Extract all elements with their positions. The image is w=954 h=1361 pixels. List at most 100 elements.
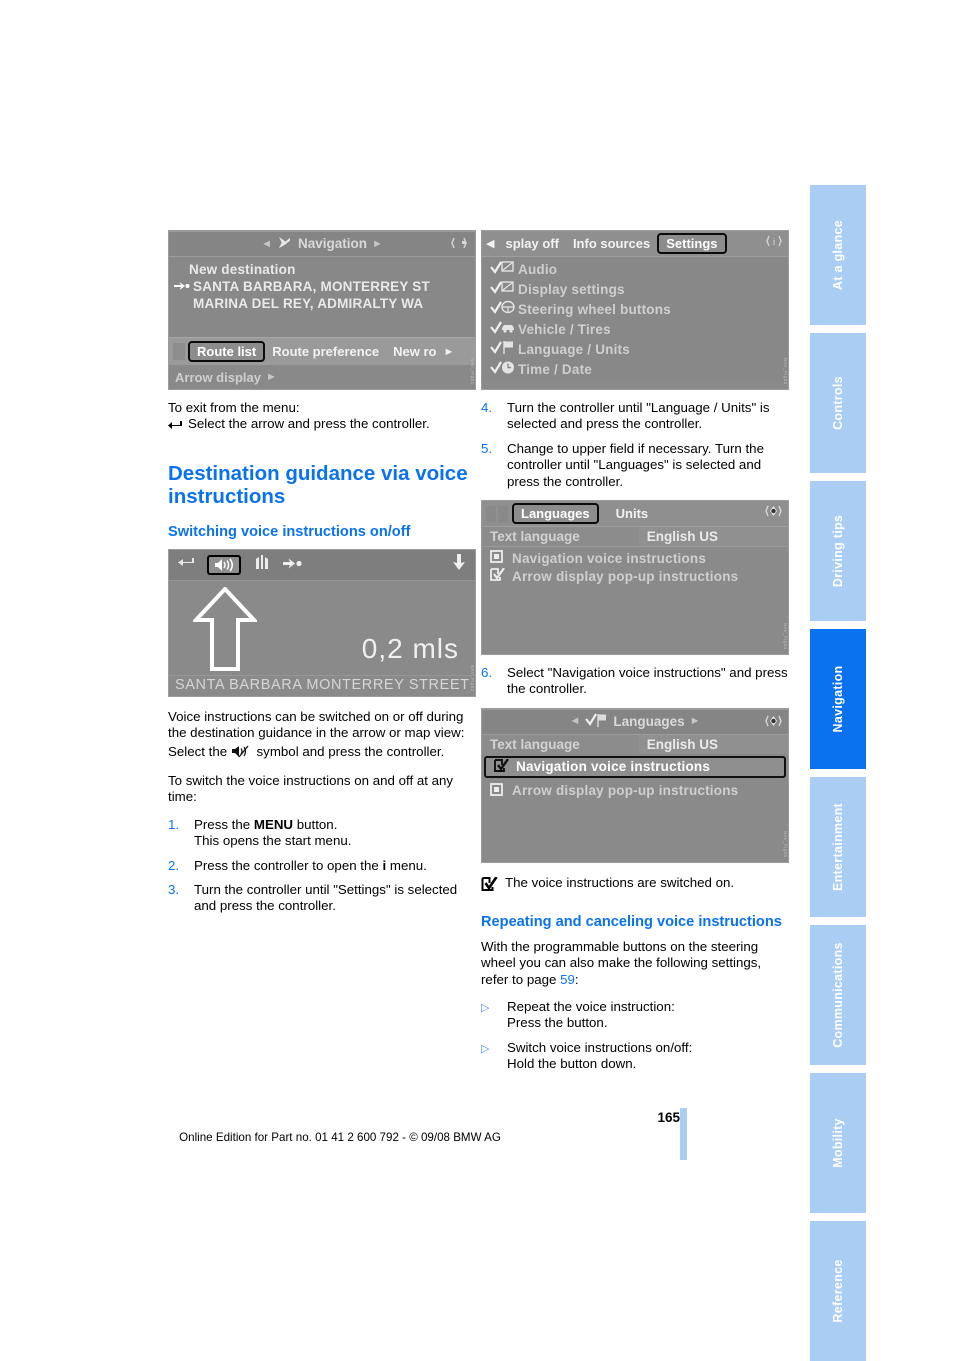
sidebar-tab-label: Entertainment xyxy=(831,803,845,891)
checkbox-unchecked-icon xyxy=(490,550,512,566)
chevron-right-icon: ► xyxy=(265,371,277,383)
destination-icon[interactable] xyxy=(283,556,303,574)
step-text: Change to upper field if necessary. Turn… xyxy=(507,440,764,489)
tab-info-sources[interactable]: Info sources xyxy=(566,235,657,252)
step-number: 4. xyxy=(481,400,493,415)
time-date-icon xyxy=(490,360,518,378)
voice-intro-paragraph: Voice instructions can be switched on or… xyxy=(168,708,465,741)
tab-new-route[interactable]: New ro xyxy=(386,343,443,360)
highway-icon[interactable] xyxy=(253,555,271,574)
speaker-icon xyxy=(215,558,233,572)
language-units-flag-icon xyxy=(490,340,518,358)
back-icon[interactable] xyxy=(178,556,195,574)
step-second-line: This opens the start menu. xyxy=(194,833,352,849)
chevron-right-icon[interactable]: ► xyxy=(444,346,455,358)
step-text: Press the controller to open the i menu. xyxy=(194,858,476,874)
tab-scroll-left[interactable] xyxy=(173,343,185,360)
bullet-line1: Switch voice instructions on/off: xyxy=(507,1039,693,1055)
page-reference-link[interactable]: 59 xyxy=(560,972,575,987)
list-item-display-settings[interactable]: Display settings xyxy=(482,279,788,299)
list-item-steering-wheel-buttons[interactable]: Steering wheel buttons xyxy=(482,299,788,319)
list-item: ▷ Repeat the voice instruction: Press th… xyxy=(481,999,789,1032)
select-symbol-pre: Select the xyxy=(168,743,231,759)
right-column: ◀ splay off Info sources Settings i Audi… xyxy=(481,230,789,1081)
checkbox-row-arrow-display-popup[interactable]: Arrow display pop-up instructions xyxy=(482,567,788,585)
step-text: Turn the controller until "Settings" is … xyxy=(194,882,458,914)
bullet-line1: Repeat the voice instruction: xyxy=(507,999,675,1015)
screenshot-tabbar: Route list Route preference New ro ► xyxy=(169,337,475,365)
sidebar-tab-at-a-glance[interactable]: At a glance xyxy=(810,185,866,325)
sidebar-tab-driving-tips[interactable]: Driving tips xyxy=(810,481,866,621)
paragraph-pre: With the programmable buttons on the ste… xyxy=(481,938,762,987)
menu-button-label: MENU xyxy=(253,816,294,832)
text-language-field-row[interactable]: Text language English US xyxy=(482,527,788,548)
screenshot-header: ◄ Navigation ► xyxy=(169,231,475,257)
tab-scroll-left[interactable] xyxy=(486,505,496,522)
screenshot-header: ◄ Languages ► xyxy=(482,708,788,735)
checkbox-unchecked-icon xyxy=(490,782,512,799)
field-value: English US xyxy=(638,734,788,754)
left-column: ◄ Navigation ► New destination SANTA BAR… xyxy=(168,230,476,923)
steps-list-right-b: 6. Select "Navigation voice instructions… xyxy=(481,665,789,698)
controller-indicator-icon xyxy=(765,713,782,732)
list-item-vehicle-tires[interactable]: Vehicle / Tires xyxy=(482,319,788,339)
list-item-language-units[interactable]: Language / Units xyxy=(482,339,788,359)
chevron-left-icon[interactable]: ◀ xyxy=(486,237,494,250)
step-number: 2. xyxy=(168,857,180,873)
checkbox-row-navigation-voice-instructions[interactable]: Navigation voice instructions xyxy=(482,547,788,567)
list-item-audio[interactable]: Audio xyxy=(482,259,788,279)
language-units-flag-icon xyxy=(585,713,609,730)
exit-menu-line: Select the arrow and press the controlle… xyxy=(168,416,476,435)
programmable-buttons-paragraph: With the programmable buttons on the ste… xyxy=(481,939,789,988)
sidebar-tab-label: At a glance xyxy=(831,220,845,290)
sidebar-tab-communications[interactable]: Communications xyxy=(810,925,866,1065)
screenshot-arrow-view: 0,2 mls SANTA BARBARA MONTERREY STREET N… xyxy=(168,548,476,697)
sidebar-tab-mobility[interactable]: Mobility xyxy=(810,1073,866,1213)
checkbox-row-arrow-display-popup[interactable]: Arrow display pop-up instructions xyxy=(482,782,788,800)
return-arrow-icon xyxy=(168,419,183,435)
street-name: SANTA BARBARA MONTERREY STREET xyxy=(169,674,475,696)
sidebar-tab-label: Communications xyxy=(831,942,845,1048)
footer-accent-bar xyxy=(680,1108,687,1160)
step-number: 3. xyxy=(168,882,180,898)
tab-route-preference[interactable]: Route preference xyxy=(265,343,386,360)
tab-settings[interactable]: Settings xyxy=(657,233,727,254)
speaker-icon-selected[interactable] xyxy=(207,554,241,575)
chevron-right-icon[interactable]: ► xyxy=(685,715,706,727)
text-language-field-row[interactable]: Text language English US xyxy=(482,734,788,754)
list-item[interactable]: SANTA BARBARA, MONTERREY ST xyxy=(169,278,475,295)
exit-menu-intro: To exit from the menu: xyxy=(168,400,300,415)
list-item[interactable]: MARINA DEL REY, ADMIRALTY WA xyxy=(169,295,475,312)
sidebar-tab-controls[interactable]: Controls xyxy=(810,333,866,473)
checkbox-row-navigation-voice-instructions-selected[interactable]: Navigation voice instructions xyxy=(484,755,786,778)
tab-units[interactable]: Units xyxy=(609,505,656,522)
figure-reference-code: NAV_Fig03 xyxy=(783,358,788,385)
sidebar-tab-entertainment[interactable]: Entertainment xyxy=(810,777,866,917)
checkbox-checked-icon xyxy=(490,567,512,584)
down-arrow-icon[interactable] xyxy=(452,554,466,575)
field-value: English US xyxy=(638,527,788,547)
tab-scroll-left-2[interactable] xyxy=(498,505,508,522)
sidebar-tab-navigation[interactable]: Navigation xyxy=(810,629,866,769)
field-label: Text language xyxy=(490,736,580,752)
sidebar-tab-label: Navigation xyxy=(831,665,845,733)
triangle-bullet-icon: ▷ xyxy=(481,1042,490,1055)
bullet-line2: Hold the button down. xyxy=(507,1056,637,1072)
audio-icon xyxy=(490,260,518,278)
tab-languages[interactable]: Languages xyxy=(512,503,599,525)
destination-arrow-icon xyxy=(174,279,190,294)
chevron-left-icon[interactable]: ◄ xyxy=(564,715,585,727)
chapter-tabstrip: At a glance Controls Driving tips Naviga… xyxy=(810,185,866,1361)
vehicle-tires-icon xyxy=(490,320,518,338)
field-label: Text language xyxy=(490,529,580,545)
chevron-right-icon: ► xyxy=(372,237,383,250)
tab-display-off[interactable]: splay off xyxy=(498,235,565,252)
sidebar-tab-reference[interactable]: Reference xyxy=(810,1221,866,1361)
screenshot-footer-item[interactable]: Arrow display ► xyxy=(169,365,475,389)
list-item[interactable]: New destination xyxy=(169,261,475,278)
step-number: 1. xyxy=(168,816,180,832)
sidebar-tab-label: Reference xyxy=(831,1259,845,1323)
navigation-icon xyxy=(277,236,292,252)
tab-route-list[interactable]: Route list xyxy=(188,341,266,362)
list-item-time-date[interactable]: Time / Date xyxy=(482,359,788,379)
